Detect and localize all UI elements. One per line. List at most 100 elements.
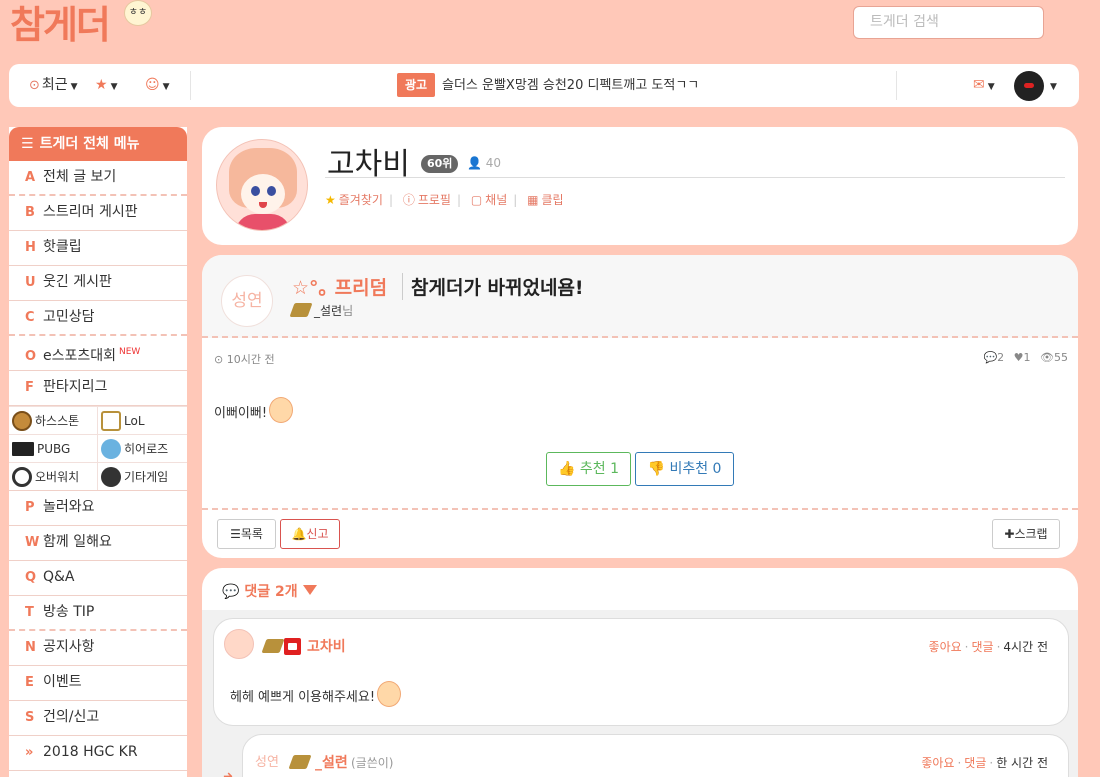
game-overwatch[interactable]: 오버워치: [9, 462, 98, 490]
star-icon: ★: [325, 193, 336, 207]
live-icon: [284, 638, 301, 655]
smile-icon: ☺: [145, 77, 160, 93]
favorites-dropdown[interactable]: ★ ▼: [95, 64, 117, 107]
comments-toggle[interactable]: 💬 댓글 2개: [222, 581, 298, 601]
commenter-avatar[interactable]: [224, 629, 254, 659]
menu-letter: W: [25, 535, 40, 550]
list-label: 목록: [240, 527, 263, 541]
report-button[interactable]: 🔔신고: [280, 519, 340, 549]
comments-section: 💬 댓글 2개 고차비 좋아요 · 댓글 · 4시간 전 헤헤 예쁘게 이용해주세요! …: [202, 568, 1078, 777]
game-hearthstone[interactable]: 하스스톤: [9, 406, 98, 434]
sidebar-item-fantasy-league[interactable]: F 판타지리그: [9, 371, 187, 406]
mail-dropdown[interactable]: ✉ ▼: [973, 64, 995, 107]
commenter-name[interactable]: 고차비: [307, 636, 346, 656]
menu-label: 공지사항: [43, 639, 95, 655]
comment-meta: 좋아요 · 댓글 · 4시간 전: [928, 640, 1048, 654]
game-pubg[interactable]: PUBG: [9, 434, 98, 462]
author-avatar[interactable]: 성연: [221, 275, 273, 327]
sidebar-item-advice[interactable]: C 고민상담: [9, 301, 187, 336]
user-avatar[interactable]: [1014, 71, 1044, 101]
reply-arrow-icon: ↱: [220, 770, 235, 777]
commenter-avatar-text[interactable]: 성연: [255, 751, 279, 770]
upvote-button[interactable]: 👍 추천 1: [546, 452, 631, 486]
comment-item: 고차비 좋아요 · 댓글 · 4시간 전 헤헤 예쁘게 이용해주세요!: [213, 618, 1069, 726]
list-button[interactable]: ☰목록: [217, 519, 276, 549]
profile-link[interactable]: ⓘ 프로필: [403, 193, 451, 207]
clip-link[interactable]: ▦ 클립: [527, 193, 563, 207]
comment-count: 2: [997, 351, 1005, 364]
sidebar-item-all-posts[interactable]: A 전체 글 보기: [9, 161, 187, 196]
caret-down-icon: ▼: [162, 82, 170, 92]
streamer-profile-card: 고차비 60위 👤 40 ★ 즐겨찾기 | ⓘ 프로필 | ▢ 채널 | ▦ 클립: [202, 127, 1078, 245]
comment-text: 헤헤 예쁘게 이용해주세요!: [230, 681, 402, 707]
scrap-button[interactable]: ✚스크랩: [992, 519, 1060, 549]
downvote-button[interactable]: 👎 비추천 0: [635, 452, 734, 486]
comment-time: 4시간 전: [1003, 640, 1048, 654]
streamer-avatar[interactable]: [216, 139, 308, 231]
sidebar-item-suggestions[interactable]: S 건의/신고: [9, 701, 187, 736]
menu-letter: T: [25, 605, 34, 620]
menu-letter: Q: [25, 570, 37, 585]
sidebar-header[interactable]: ☰ 트게더 전체 메뉴: [9, 127, 187, 161]
favorite-link[interactable]: ★ 즐겨찾기: [325, 193, 383, 207]
sidebar-item-events[interactable]: E 이벤트: [9, 666, 187, 701]
info-icon: ⓘ: [402, 193, 415, 207]
sidebar-item-stream-tip[interactable]: T 방송 TIP: [9, 596, 187, 631]
game-etc[interactable]: 기타게임: [98, 462, 187, 490]
like-comment-button[interactable]: 좋아요: [921, 756, 954, 770]
reply-button[interactable]: 댓글: [964, 756, 986, 770]
menu-label: 판타지리그: [43, 379, 108, 395]
game-heroes[interactable]: 히어로즈: [98, 434, 187, 462]
sidebar-item-hgc[interactable]: » 2018 HGC KR: [9, 736, 187, 771]
writer-tag: (글쓴이): [351, 756, 394, 770]
search-input[interactable]: 트게더 검색: [853, 6, 1044, 39]
game-lol[interactable]: LoL: [98, 406, 187, 434]
caret-down-icon: ▼: [987, 82, 995, 92]
film-icon: ▦: [527, 193, 539, 207]
sidebar-item-notice[interactable]: N 공지사항: [9, 631, 187, 666]
like-comment-button[interactable]: 좋아요: [929, 640, 962, 654]
menu-label: 스트리머 게시판: [43, 204, 138, 220]
sidebar-item-work-together[interactable]: W 함께 일해요: [9, 526, 187, 561]
steam-icon: [101, 466, 121, 487]
reply-button[interactable]: 댓글: [972, 640, 994, 654]
commenter-name[interactable]: _설련: [315, 752, 348, 772]
sidebar-item-streamer-board[interactable]: B 스트리머 게시판: [9, 196, 187, 231]
sidebar-item-esports[interactable]: Oe스포츠대회 NEW: [9, 336, 187, 371]
caret-down-icon: ▼: [70, 82, 78, 92]
triangle-down-icon[interactable]: [303, 585, 317, 595]
user-menu-caret[interactable]: ▼: [1047, 64, 1057, 107]
report-label: 신고: [306, 527, 329, 541]
menu-label: e스포츠대회: [43, 348, 117, 364]
pubg-icon: [12, 441, 34, 456]
comment-icon: 💬: [983, 351, 998, 364]
menu-letter: H: [25, 240, 36, 255]
post-category[interactable]: ☆°｡ 프리덤: [292, 273, 387, 300]
emoticon-dropdown[interactable]: ☺ ▼: [145, 64, 170, 107]
overwatch-icon: [12, 466, 32, 487]
site-logo[interactable]: 참게더: [10, 2, 111, 48]
game-label: 기타게임: [124, 469, 169, 484]
menu-label: 놀러와요: [43, 499, 95, 515]
menu-letter: B: [25, 205, 35, 220]
post-stats: 💬2 ♥1 👁55: [977, 351, 1068, 364]
emoticon-image: [269, 397, 294, 423]
divider: [202, 508, 1078, 510]
comment-icon: 💬: [222, 584, 240, 600]
sidebar-item-qna[interactable]: Q Q&A: [9, 561, 187, 596]
recent-dropdown[interactable]: ⊙ 최근 ▼: [29, 64, 78, 107]
menu-label: 고민상담: [43, 309, 95, 325]
badge-icon: [288, 755, 312, 769]
ad-link[interactable]: 슬더스 운빨X망겜 승천20 디펙트깨고 도적ㄱㄱ: [442, 64, 699, 107]
game-label: 히어로즈: [124, 441, 169, 456]
plus-icon: ✚: [1004, 527, 1015, 541]
sidebar-item-funny-board[interactable]: U 웃긴 게시판: [9, 266, 187, 301]
channel-link[interactable]: ▢ 채널: [471, 193, 507, 207]
menu-letter: F: [25, 380, 34, 395]
post-author[interactable]: _설련님: [289, 302, 353, 319]
sidebar-item-hot-clips[interactable]: H 핫클립: [9, 231, 187, 266]
emoticon-image: [377, 681, 402, 707]
menu-label: 방송 TIP: [43, 604, 95, 620]
sidebar-item-hangout[interactable]: P 놀러와요: [9, 491, 187, 526]
recent-label: 최근: [41, 77, 68, 93]
